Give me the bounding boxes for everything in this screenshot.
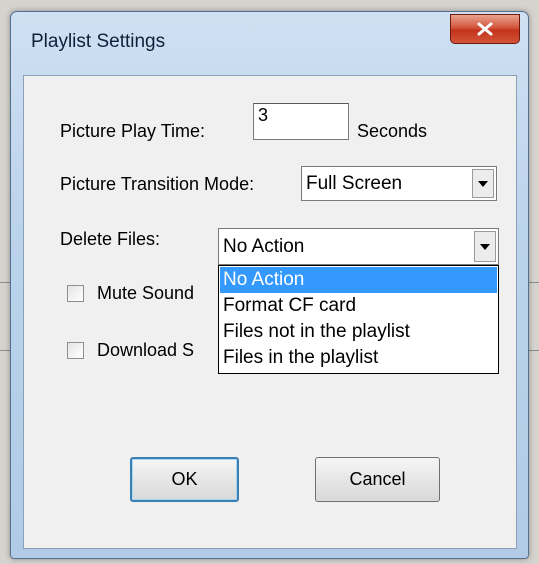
- chevron-down-icon: [478, 180, 488, 187]
- mute-sound-checkbox[interactable]: [67, 285, 84, 302]
- play-time-label: Picture Play Time:: [60, 121, 206, 141]
- delete-files-dropdown-button[interactable]: [474, 231, 496, 262]
- delete-files-select[interactable]: No Action: [218, 228, 499, 265]
- dropdown-option-no-action[interactable]: No Action: [220, 267, 497, 293]
- delete-files-dropdown-list: No Action Format CF card Files not in th…: [218, 265, 499, 374]
- title-bar[interactable]: Playlist Settings: [11, 12, 528, 72]
- play-time-unit: Seconds: [357, 121, 428, 141]
- download-label: Download S: [97, 340, 195, 360]
- download-checkbox[interactable]: [67, 342, 84, 359]
- transition-mode-label: Picture Transition Mode:: [60, 174, 255, 194]
- dropdown-option-format-cf-card[interactable]: Format CF card: [220, 293, 497, 319]
- dialog-client-area: Picture Play Time: 3 Seconds Picture Tra…: [23, 75, 517, 549]
- delete-files-value: No Action: [223, 236, 305, 257]
- transition-mode-select[interactable]: Full Screen: [301, 166, 497, 201]
- transition-dropdown-button[interactable]: [472, 169, 494, 198]
- cancel-button[interactable]: Cancel: [315, 457, 440, 502]
- close-icon: [477, 22, 493, 36]
- playlist-settings-dialog: Playlist Settings Picture Play Time: 3 S…: [10, 11, 529, 559]
- ok-button[interactable]: OK: [130, 457, 239, 502]
- play-time-input[interactable]: 3: [253, 103, 349, 140]
- mute-sound-label: Mute Sound: [97, 283, 195, 303]
- delete-files-label: Delete Files:: [60, 229, 161, 249]
- chevron-down-icon: [480, 243, 490, 250]
- dropdown-option-files-not-in-playlist[interactable]: Files not in the playlist: [220, 319, 497, 345]
- dialog-title: Playlist Settings: [31, 31, 166, 52]
- close-button[interactable]: [450, 14, 520, 44]
- transition-mode-value: Full Screen: [306, 173, 403, 194]
- dropdown-option-files-in-playlist[interactable]: Files in the playlist: [220, 345, 497, 371]
